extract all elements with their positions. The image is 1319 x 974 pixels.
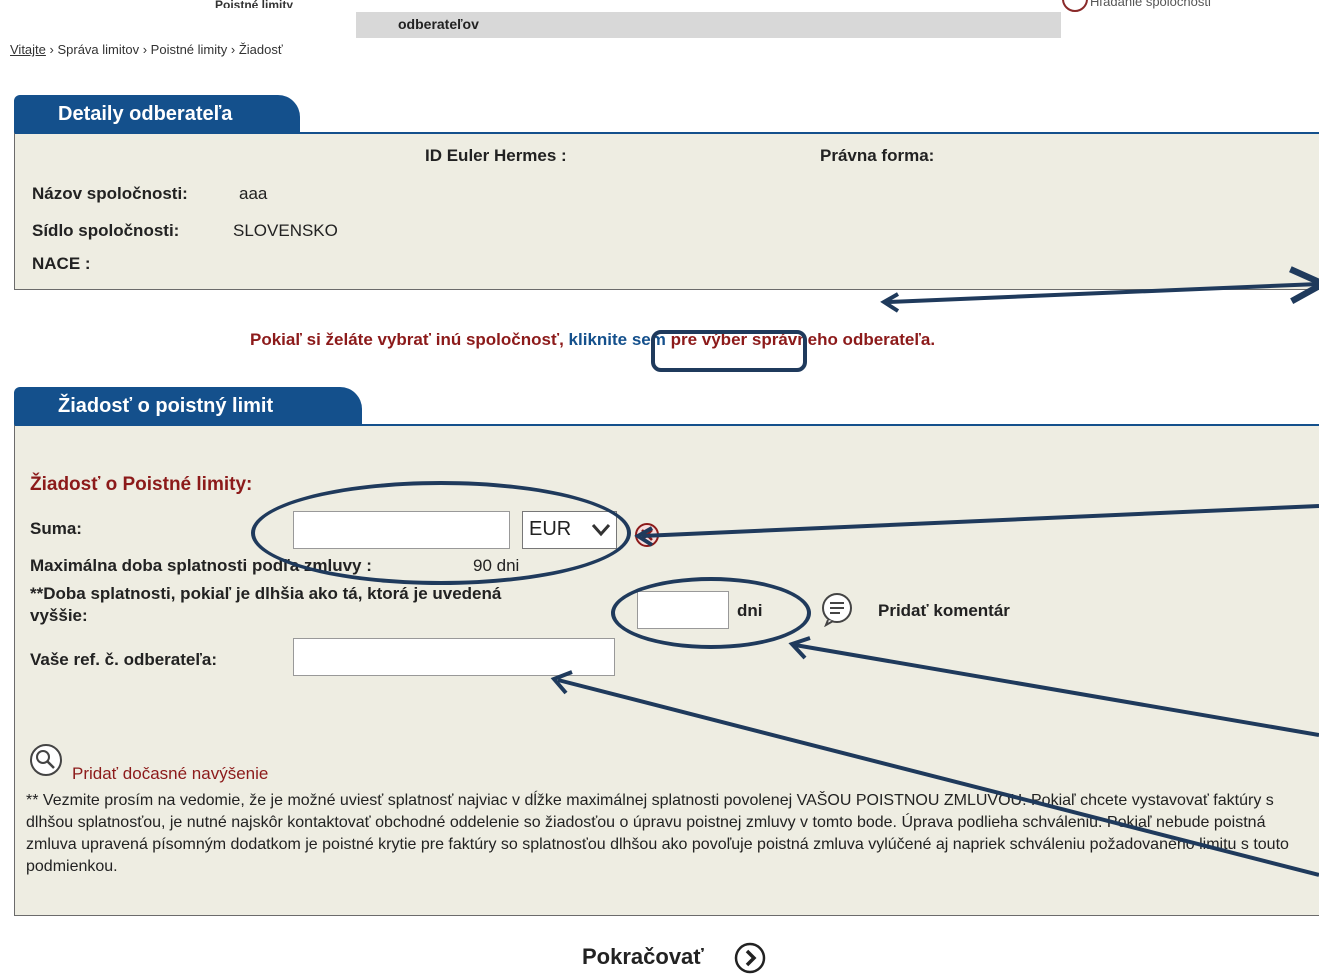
arrow-to-days	[794, 643, 1319, 737]
arrow-to-details	[887, 284, 1319, 304]
annotation-arrows	[550, 0, 1319, 877]
arrow-to-ref-number	[557, 678, 1319, 877]
arrow-to-currency	[641, 504, 1319, 538]
